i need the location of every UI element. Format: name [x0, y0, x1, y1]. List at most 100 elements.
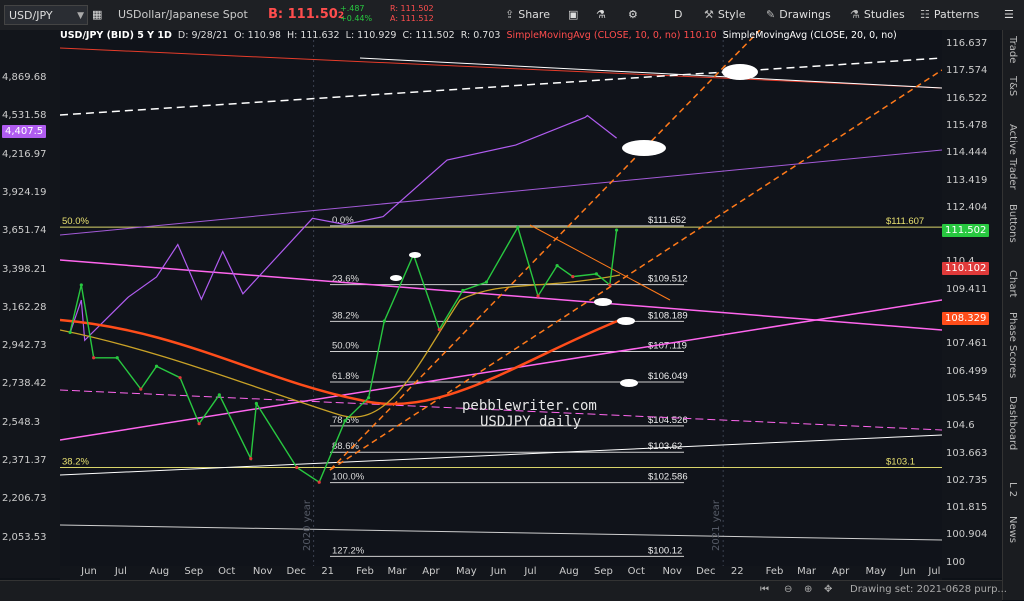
studies-button[interactable]: ⚗ Studies [850, 5, 905, 25]
fib-pct-label: 100.0% [332, 472, 365, 483]
sidebar-tab-l-2[interactable]: L 2 [1007, 482, 1018, 497]
usdjpy-price-point [594, 272, 598, 276]
right-axis-tick: 115.478 [946, 119, 988, 131]
price-tag: 108.329 [942, 311, 990, 325]
time-axis-tick: Jun [81, 566, 97, 577]
time-axis-tick: Jul [928, 566, 941, 577]
trendline-gray [60, 524, 942, 541]
style-label: Style [717, 8, 746, 21]
patterns-button[interactable]: ☷ Patterns [920, 5, 979, 25]
highlight-ellipse [617, 317, 635, 325]
chart-svg[interactable]: 0.0% $111.65223.6% $109.51238.2% $108.18950… [60, 30, 942, 566]
info-low: L: 110.929 [345, 30, 397, 41]
left-axis-tick: 4,216.97 [2, 148, 47, 160]
fib-price-label: $111.652 [648, 215, 686, 226]
symbol-description: USDollar/Japanese Spot [118, 8, 248, 21]
right-axis-tick: 102.735 [946, 474, 988, 486]
share-button[interactable]: ⇪ Share [505, 5, 550, 25]
snapshot-icon[interactable]: ▣ [568, 5, 578, 25]
long-fib-pct-label: 38.2% [62, 456, 89, 467]
settings-icon[interactable]: ⚙ [628, 5, 638, 25]
style-button[interactable]: ⚒ Style [704, 5, 746, 25]
left-axis-tick: 2,738.42 [2, 378, 47, 390]
sidebar-tab-active-trader[interactable]: Active Trader [1007, 124, 1018, 190]
highlight-ellipse [722, 64, 758, 80]
fib-pct-label: 127.2% [332, 545, 365, 556]
right-axis-tick: 112.404 [946, 201, 988, 213]
time-axis-tick: Nov [662, 566, 682, 577]
watermark-line-1: pebblewriter.com [462, 398, 597, 414]
right-axis-tick: 101.815 [946, 502, 988, 514]
info-sma20: SimpleMovingAvg (CLOSE, 20, 0, no) [722, 30, 897, 41]
fib-price-label: $102.586 [648, 472, 688, 483]
time-axis-tick: 22 [730, 566, 744, 577]
pencil-icon: ✎ [766, 8, 776, 21]
time-axis-tick: Jun [490, 566, 507, 577]
usdjpy-price-point [217, 393, 221, 397]
channel-purple-upper [60, 149, 942, 236]
long-fib-price-label: $111.607 [886, 216, 924, 227]
highlight-ellipse [409, 252, 421, 258]
highlight-ellipse [594, 298, 612, 306]
patterns-icon: ☷ [920, 8, 930, 21]
usdjpy-price-point [614, 228, 619, 232]
usdjpy-price-point [115, 356, 119, 360]
sidebar-tab-t-s[interactable]: T&S [1007, 76, 1018, 96]
zoom-out-icon[interactable]: ⊖ [784, 584, 792, 595]
time-axis-tick: Sep [184, 566, 204, 577]
trendline-white-dashed [60, 57, 942, 116]
menu-icon[interactable]: ☰ [1004, 5, 1014, 25]
time-axis-tick: May [865, 566, 887, 577]
right-axis-tick: 100.904 [946, 529, 988, 541]
right-axis-tick: 116.637 [946, 38, 988, 49]
symbol-text: USD/JPY [9, 9, 53, 22]
chart-area[interactable]: 0.0% $111.652 23.6% $109.512 38.2% $108.189 50… [60, 30, 942, 578]
year-marker: 2020 year [301, 500, 313, 551]
usdjpy-price-point [366, 396, 371, 400]
drawings-label: Drawings [779, 8, 831, 21]
info-range: R: 0.703 [460, 30, 501, 41]
time-axis-tick: Mar [387, 566, 407, 577]
usdjpy-price-point [197, 422, 201, 426]
sidebar-tab-news[interactable]: News [1007, 516, 1018, 543]
time-axis-tick: Feb [356, 566, 374, 577]
usdjpy-price-point [154, 364, 159, 368]
sidebar-tab-trade[interactable]: Trade [1007, 36, 1018, 63]
right-axis-tick: 104.6 [946, 420, 975, 432]
info-open: O: 110.98 [234, 30, 281, 41]
time-axis: Jun Jul Aug Sep Oct Nov Dec 21 Feb Mar Apr May Jun Ju… [60, 566, 942, 580]
symbol-selector[interactable]: USD/JPY ▼ [4, 5, 88, 25]
info-close: C: 111.502 [402, 30, 455, 41]
trendline-white-lower [60, 434, 942, 476]
left-axis-tick: 2,371.37 [2, 455, 47, 466]
fib-price-label: $100.12 [648, 545, 682, 556]
drawings-button[interactable]: ✎ Drawings [766, 5, 831, 25]
long-fib-pct-label: 50.0% [62, 216, 89, 227]
time-axis-tick: Oct [627, 566, 645, 577]
long-fib-price-label: $103.1 [886, 456, 915, 467]
left-value-tag: 4,407.5 [2, 125, 47, 139]
drawing-set-label[interactable]: Drawing set: 2021-0628 purp... [850, 584, 1007, 595]
pan-icon[interactable]: ✥ [824, 584, 832, 595]
fib-pct-label: 50.0% [332, 341, 359, 352]
zoom-in-icon[interactable]: ⊕ [804, 584, 812, 595]
sidebar-tab-buttons[interactable]: Buttons [1007, 204, 1018, 243]
usdjpy-price-point [92, 356, 96, 360]
usdjpy-price-point [437, 327, 441, 332]
usdjpy-price-point [295, 465, 299, 470]
flask-icon[interactable]: ⚗ [596, 5, 606, 25]
usdjpy-price-point [536, 294, 540, 298]
chevron-down-icon: ▼ [77, 11, 84, 21]
sidebar-tab-phase-scores[interactable]: Phase Scores [1007, 312, 1018, 378]
rewind-icon[interactable]: ⏮ [760, 584, 769, 595]
usdjpy-price-point [516, 225, 520, 229]
ask-r: R: 111.502 [390, 4, 434, 13]
period-selector[interactable]: D [674, 5, 682, 25]
usdjpy-price-point [484, 280, 489, 284]
sidebar-tab-dashboard[interactable]: Dashboard [1007, 396, 1018, 450]
chart-icon[interactable]: ▦ [92, 5, 112, 25]
style-icon: ⚒ [704, 8, 714, 21]
share-label: Share [518, 8, 550, 21]
usdjpy-price-point [254, 401, 258, 406]
sidebar-tab-chart[interactable]: Chart [1007, 270, 1018, 297]
